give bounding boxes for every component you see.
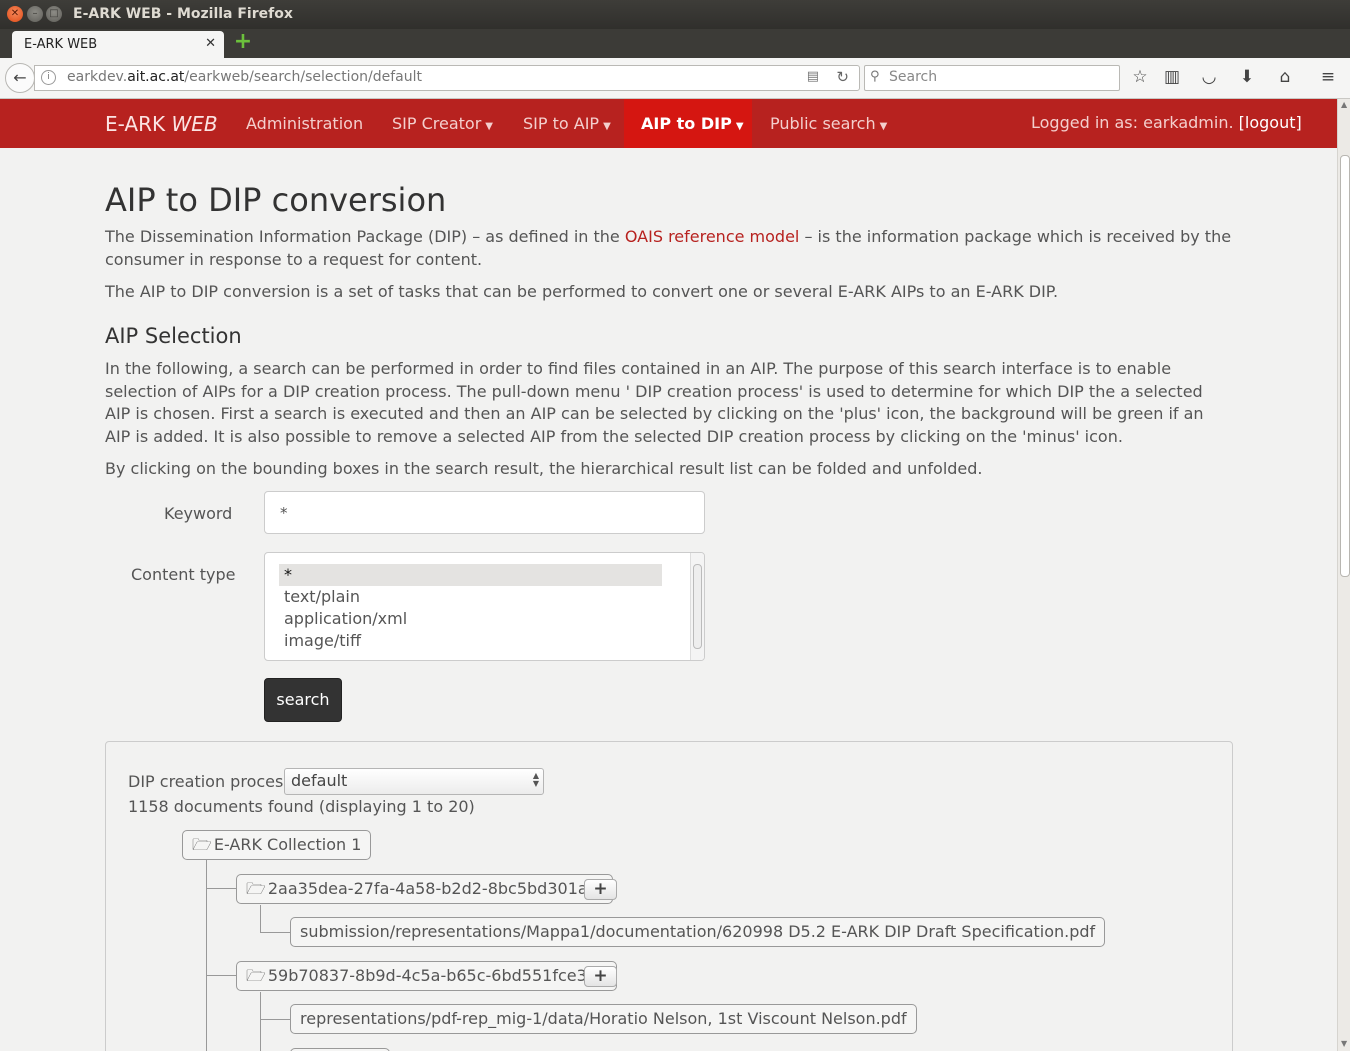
- home-icon[interactable]: ⌂: [1275, 67, 1295, 87]
- url-bar[interactable]: i earkdev.ait.ac.at/earkweb/search/selec…: [34, 65, 860, 91]
- tree-connector: [260, 905, 261, 932]
- content-type-label: Content type: [131, 565, 236, 584]
- logout-link[interactable]: [logout]: [1239, 113, 1302, 132]
- select-arrows-icon: ▲ ▼: [532, 771, 539, 788]
- section-paragraph-2: By clicking on the bounding boxes in the…: [105, 459, 983, 478]
- tree-connector: [260, 992, 261, 1051]
- scroll-up-icon[interactable]: ▲: [1341, 100, 1347, 109]
- aip-node[interactable]: 🗁 2aa35dea-27fa-4a58-b2d2-8bc5bd301af4: [236, 874, 614, 904]
- intro-paragraph: The Dissemination Information Package (D…: [105, 227, 1232, 269]
- file-node[interactable]: submission/representations/Mappa1/docume…: [290, 917, 1106, 947]
- content-type-select[interactable]: * text/plain application/xml image/tiff: [264, 552, 705, 661]
- section-title: AIP Selection: [105, 324, 242, 348]
- site-brand[interactable]: E-ARK WEB: [105, 112, 218, 136]
- window-title: E-ARK WEB - Mozilla Firefox: [73, 6, 293, 22]
- search-icon: ⚲: [870, 69, 880, 84]
- select-scrollbar-thumb[interactable]: [693, 564, 702, 649]
- intro-paragraph-2: The AIP to DIP conversion is a set of ta…: [105, 282, 1059, 301]
- keyword-input[interactable]: *: [264, 491, 705, 534]
- bookmarks-list-icon[interactable]: ▥: [1162, 67, 1182, 87]
- search-bar[interactable]: ⚲ Search: [864, 65, 1120, 91]
- keyword-label: Keyword: [164, 504, 233, 523]
- tab-bar: E-ARK WEB ✕ +: [0, 29, 1350, 58]
- new-tab-icon[interactable]: +: [233, 31, 253, 53]
- window-minimize-icon[interactable]: –: [27, 6, 43, 22]
- tree-connector: [206, 888, 236, 889]
- keyword-value: *: [280, 504, 288, 522]
- nav-aip-to-dip[interactable]: AIP to DIP ▼: [624, 99, 752, 148]
- search-placeholder: Search: [889, 69, 938, 85]
- url-text: earkdev.ait.ac.at/earkweb/search/selecti…: [67, 69, 422, 85]
- bookmark-star-icon[interactable]: ☆: [1130, 67, 1150, 87]
- page-viewport: E-ARK WEB Administration SIP Creator ▼ SI…: [0, 99, 1337, 1051]
- folder-open-icon: 🗁: [192, 835, 212, 854]
- reload-icon[interactable]: ↻: [836, 68, 849, 86]
- window-close-icon[interactable]: ✕: [7, 6, 23, 22]
- tab-label: E-ARK WEB: [24, 37, 98, 52]
- login-status: Logged in as: earkadmin. [logout]: [1031, 113, 1302, 132]
- chevron-down-icon: ▼: [485, 121, 493, 132]
- menu-icon[interactable]: ≡: [1318, 67, 1338, 87]
- chevron-down-icon: ▼: [735, 121, 744, 132]
- page-scrollbar-thumb[interactable]: [1340, 155, 1350, 577]
- dip-process-label: DIP creation process:: [128, 772, 298, 791]
- nav-public-search[interactable]: Public search ▼: [770, 99, 887, 148]
- select-scrollbar[interactable]: [690, 553, 704, 660]
- results-panel: DIP creation process: default ▲ ▼ 1158 do…: [105, 741, 1233, 1051]
- oais-reference-link[interactable]: OAIS reference model: [625, 227, 800, 246]
- pocket-icon[interactable]: ◡: [1199, 67, 1219, 87]
- downloads-icon[interactable]: ⬇: [1237, 67, 1257, 87]
- page-title: AIP to DIP conversion: [105, 181, 447, 219]
- browser-tab[interactable]: E-ARK WEB ✕: [12, 31, 224, 58]
- add-aip-button[interactable]: +: [584, 879, 617, 900]
- folder-open-icon: 🗁: [246, 966, 266, 985]
- chevron-down-icon: ▼: [603, 121, 611, 132]
- content-type-option[interactable]: image/tiff: [279, 630, 662, 652]
- scroll-down-icon[interactable]: ▼: [1341, 1039, 1347, 1048]
- browser-toolbar: ← i earkdev.ait.ac.at/earkweb/search/sel…: [0, 58, 1350, 99]
- content-type-option[interactable]: text/plain: [279, 586, 662, 608]
- nav-sip-to-aip[interactable]: SIP to AIP ▼: [523, 99, 611, 148]
- file-node[interactable]: representations/pdf-rep_mig-1/data/Horat…: [290, 1004, 917, 1034]
- content-type-option[interactable]: application/xml: [279, 608, 662, 630]
- section-paragraph: In the following, a search can be perfor…: [105, 359, 1204, 446]
- folder-open-icon: 🗁: [246, 879, 266, 898]
- tab-close-icon[interactable]: ✕: [205, 36, 216, 51]
- page-scrollbar[interactable]: ▲ ▼: [1337, 99, 1350, 1051]
- tree-connector: [260, 932, 290, 933]
- tree-connector: [260, 1019, 290, 1020]
- aip-node[interactable]: 🗁 59b70837-8b9d-4c5a-b65c-6bd551fce3a2: [236, 961, 617, 991]
- content-type-option[interactable]: *: [279, 564, 662, 586]
- tree-connector: [206, 975, 236, 976]
- dip-process-value: default: [291, 771, 348, 790]
- back-arrow-icon[interactable]: ←: [5, 63, 35, 93]
- nav-administration[interactable]: Administration: [246, 99, 363, 148]
- results-count: 1158 documents found (displaying 1 to 20…: [128, 797, 475, 816]
- nav-sip-creator[interactable]: SIP Creator ▼: [392, 99, 493, 148]
- reader-view-icon[interactable]: ▤: [807, 69, 819, 84]
- add-aip-button[interactable]: +: [584, 966, 617, 987]
- collection-node[interactable]: 🗁 E-ARK Collection 1: [182, 830, 372, 860]
- window-titlebar: ✕ – □ E-ARK WEB - Mozilla Firefox: [0, 0, 1350, 29]
- search-button[interactable]: search: [264, 678, 342, 722]
- dip-process-select[interactable]: default ▲ ▼: [284, 768, 544, 795]
- window-maximize-icon[interactable]: □: [46, 6, 62, 22]
- site-info-icon[interactable]: i: [41, 70, 56, 85]
- chevron-down-icon: ▼: [879, 121, 888, 132]
- site-navbar: E-ARK WEB Administration SIP Creator ▼ SI…: [0, 99, 1337, 148]
